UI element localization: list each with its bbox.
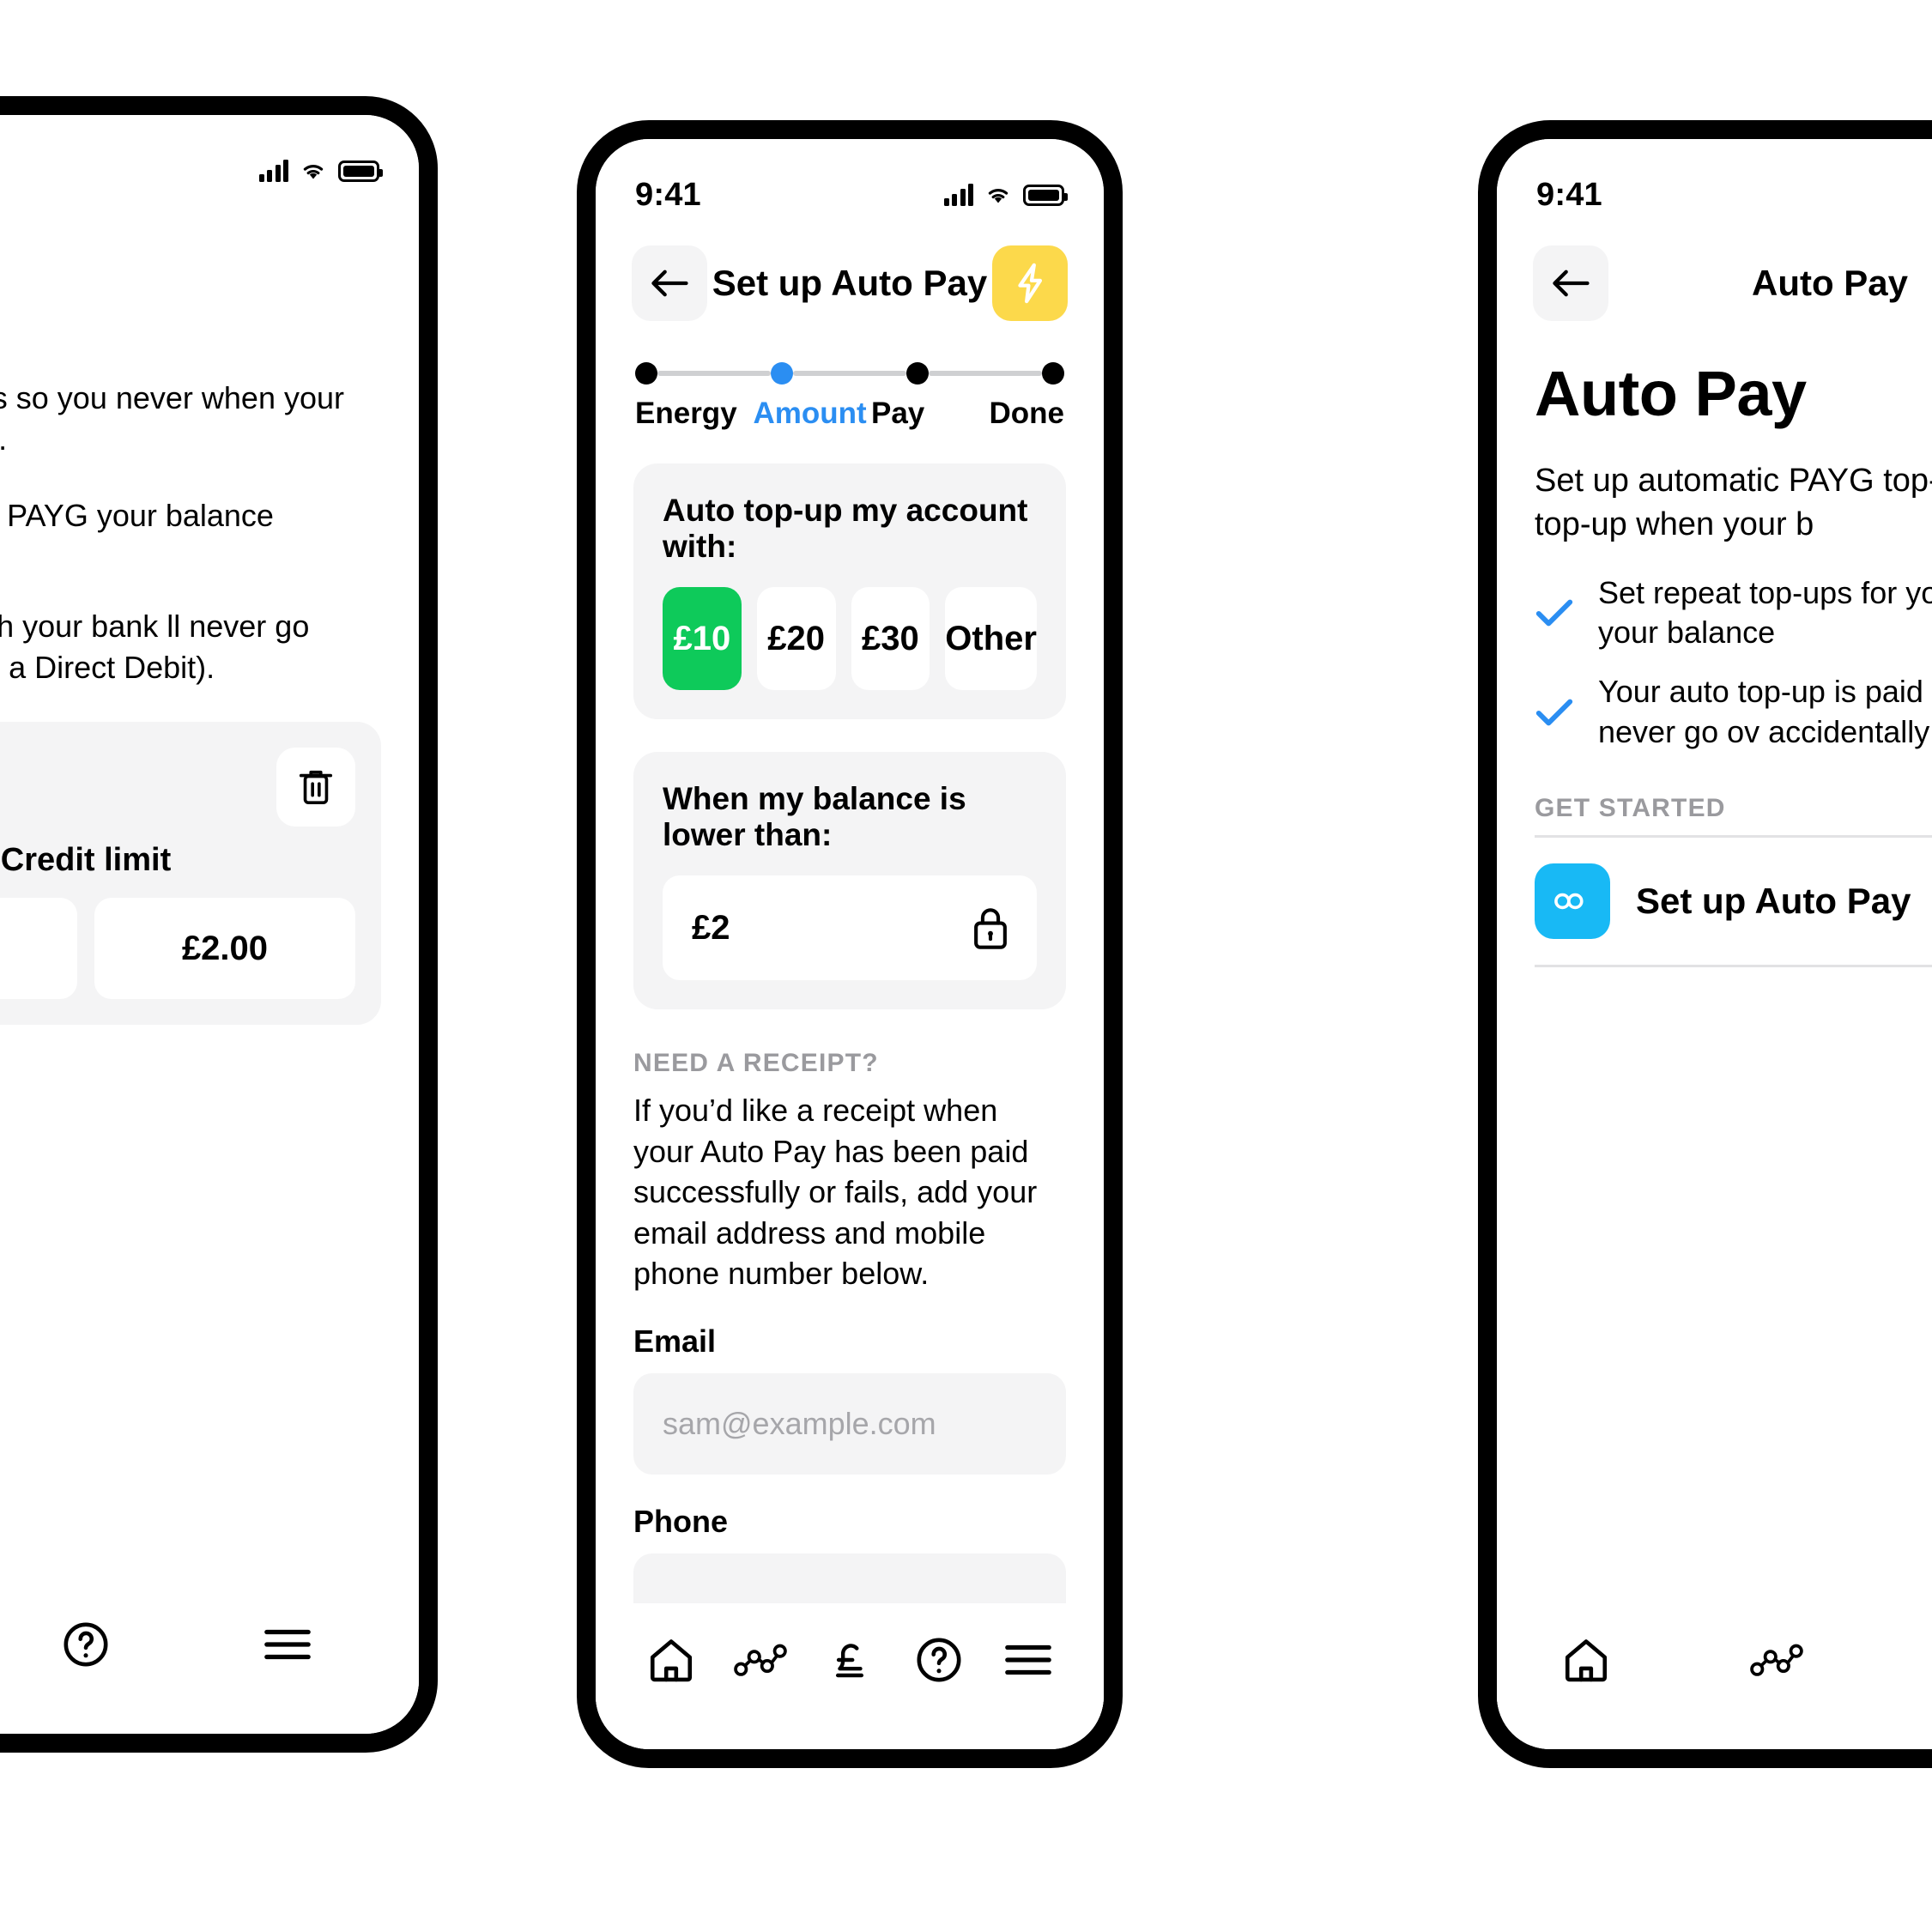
credit-limit-field-a[interactable] <box>0 898 77 1000</box>
setup-auto-pay-row[interactable]: Set up Auto Pay <box>1497 838 1932 965</box>
tab-bar <box>596 1603 1104 1749</box>
receipt-eyebrow: NEED A RECEIPT? <box>633 1049 879 1077</box>
email-label: Email <box>633 1323 717 1359</box>
wifi-icon <box>300 160 327 181</box>
status-time: 9:41 <box>1536 176 1602 213</box>
step-segment-1 <box>657 371 771 376</box>
benefit-text-2: Your auto top-up is paid card, so you’ll… <box>1598 674 1932 749</box>
intro-paragraph: Set up automatic PAYG top-u forget to to… <box>1535 463 1932 543</box>
balance-threshold-card: When my balance is lower than: £2 <box>633 752 1066 1009</box>
intro-paragraph-1: c PAYG top-ups so you never when your ba… <box>0 380 344 457</box>
step-label-pay: Pay <box>871 397 925 430</box>
status-icons <box>943 184 1068 206</box>
screenshot-stage: Auto Pay c PAYG top-ups so you never whe… <box>0 0 1932 1932</box>
status-bar <box>0 115 419 197</box>
nav-bar: Auto Pay <box>1497 221 1932 323</box>
phone-left-screen: Auto Pay c PAYG top-ups so you never whe… <box>0 115 419 1734</box>
status-bar: 9:41 <box>1497 139 1932 221</box>
battery-icon <box>1023 184 1068 206</box>
benefit-text-1: Set repeat top-ups for yo meter when you… <box>1598 574 1932 651</box>
step-segment-3 <box>929 371 1042 376</box>
status-time: 9:41 <box>635 176 701 213</box>
setup-auto-pay-label: Set up Auto Pay <box>1636 880 1911 921</box>
stepper-labels: Energy Amount Pay Done <box>635 397 1064 431</box>
step-label-done: Done <box>989 397 1065 430</box>
step-segment-2 <box>793 371 906 376</box>
page-heading: Auto Pay <box>1535 358 1807 429</box>
amount-option-20[interactable]: £20 <box>756 587 836 690</box>
step-dot-energy[interactable] <box>635 362 657 385</box>
wifi-icon <box>984 185 1012 205</box>
email-input[interactable] <box>633 1372 1066 1475</box>
benefits-list: Set repeat top-ups for yo meter when you… <box>1497 548 1932 753</box>
list-item: Set repeat top-ups for yo meter when you… <box>1535 573 1932 654</box>
phone-label: Phone <box>633 1503 729 1539</box>
phone-right: 9:41 Auto Pay Auto Pay Set up automatic … <box>1478 120 1932 1768</box>
tab-bar <box>1497 1603 1932 1749</box>
tab-home[interactable] <box>630 1619 712 1701</box>
arrow-left-icon[interactable] <box>1533 245 1608 321</box>
receipt-paragraph: If you’d like a receipt when your Auto P… <box>633 1093 1038 1292</box>
arrow-left-icon[interactable] <box>632 245 707 321</box>
step-dot-amount[interactable] <box>771 362 793 385</box>
tab-help[interactable] <box>45 1603 127 1686</box>
threshold-value: £2 <box>692 908 730 947</box>
phone-center: 9:41 Set up Auto Pay Energy Amount Pay D… <box>577 120 1123 1768</box>
step-dot-pay[interactable] <box>906 362 929 385</box>
battery-icon <box>338 160 383 182</box>
status-icons <box>258 160 383 182</box>
credit-limit-value[interactable]: £2.00 <box>94 898 355 1000</box>
progress-stepper: Energy Amount Pay Done <box>596 323 1104 431</box>
topup-card-title: Auto top-up my account with: <box>663 493 1028 564</box>
credit-limit-fields: £2.00 <box>0 898 355 1000</box>
lock-icon <box>970 905 1011 951</box>
amount-option-30[interactable]: £30 <box>851 587 930 690</box>
intro-paragraph-3: p-up is paid with your bank ll never go … <box>0 609 310 685</box>
tab-usage[interactable] <box>719 1619 802 1701</box>
threshold-card-title: When my balance is lower than: <box>663 781 966 852</box>
step-dot-done[interactable] <box>1042 362 1064 385</box>
nav-bar: Set up Auto Pay <box>596 221 1104 323</box>
trash-icon[interactable] <box>276 748 355 827</box>
threshold-field[interactable]: £2 <box>663 875 1037 980</box>
phone-center-screen: 9:41 Set up Auto Pay Energy Amount Pay D… <box>596 139 1104 1749</box>
amount-option-other[interactable]: Other <box>945 587 1037 690</box>
intro-block: c PAYG top-ups so you never when your ba… <box>0 299 419 687</box>
page-title: Auto Pay <box>0 239 383 280</box>
nav-bar: Auto Pay <box>0 197 419 299</box>
phone-right-screen: 9:41 Auto Pay Auto Pay Set up automatic … <box>1497 139 1932 1749</box>
credit-limit-title: Credit limit <box>0 842 172 879</box>
divider-bottom <box>1535 964 1932 967</box>
tab-payments[interactable] <box>1926 1619 1932 1701</box>
step-label-energy: Energy <box>635 397 737 430</box>
tab-help[interactable] <box>898 1619 980 1701</box>
credit-limit-card: Credit limit £2.00 <box>0 722 381 1026</box>
check-icon <box>1535 697 1574 728</box>
get-started-label: GET STARTED <box>1535 793 1726 822</box>
stepper-track <box>635 362 1064 385</box>
status-bar: 9:41 <box>596 139 1104 221</box>
signal-bars-icon <box>258 160 288 182</box>
tab-home[interactable] <box>1545 1619 1627 1701</box>
phone-left: Auto Pay c PAYG top-ups so you never whe… <box>0 96 438 1753</box>
amount-option-10[interactable]: £10 <box>663 587 742 690</box>
list-item: Your auto top-up is paid card, so you’ll… <box>1535 672 1932 753</box>
tab-menu[interactable] <box>987 1619 1069 1701</box>
lightning-bolt-icon[interactable] <box>992 245 1068 321</box>
intro-paragraph-2: op-ups for your PAYG your balance reache… <box>0 498 274 534</box>
step-label-amount: Amount <box>753 397 867 430</box>
tab-payments[interactable] <box>809 1619 891 1701</box>
infinity-icon <box>1535 863 1610 939</box>
tab-menu[interactable] <box>246 1603 329 1686</box>
receipt-section: NEED A RECEIPT? If you’d like a receipt … <box>596 1009 1104 1655</box>
topup-amount-card: Auto top-up my account with: £10 £20 £30… <box>633 463 1066 719</box>
tab-usage[interactable] <box>1735 1619 1818 1701</box>
check-icon <box>1535 597 1574 628</box>
tab-bar <box>0 1588 419 1734</box>
amount-options: £10 £20 £30 Other <box>663 587 1037 690</box>
signal-bars-icon <box>943 184 973 206</box>
